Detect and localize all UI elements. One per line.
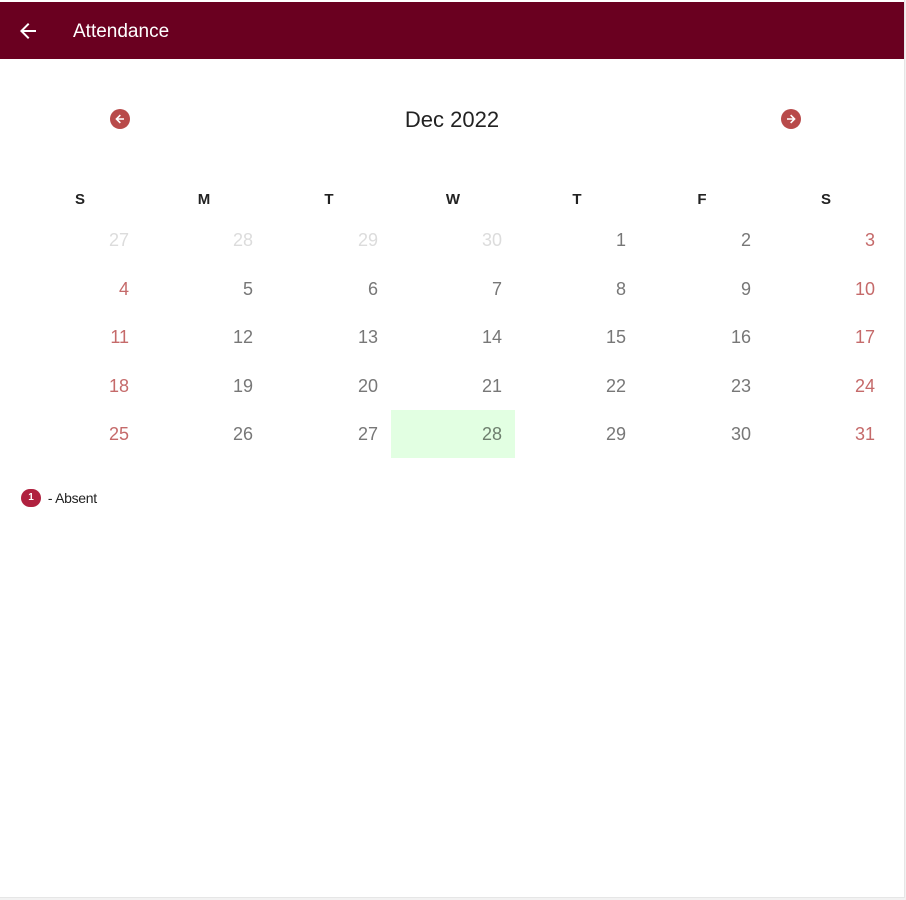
weekday-label: W xyxy=(445,191,461,208)
calendar-day-today[interactable]: 28 xyxy=(391,410,515,458)
calendar-day[interactable]: 5 xyxy=(142,265,266,313)
arrow-left-icon xyxy=(20,23,36,39)
calendar-day[interactable]: 3 xyxy=(764,216,888,264)
page-title: Attendance xyxy=(73,21,170,42)
calendar-day[interactable]: 1 xyxy=(515,216,639,264)
back-button[interactable] xyxy=(16,19,40,43)
legend-label: - Absent xyxy=(47,490,97,507)
calendar-day[interactable]: 27 xyxy=(267,410,391,458)
calendar-day[interactable]: 14 xyxy=(391,313,515,361)
calendar-day[interactable]: 20 xyxy=(267,362,391,410)
calendar-day[interactable]: 21 xyxy=(391,362,515,410)
calendar-day[interactable]: 23 xyxy=(640,362,764,410)
calendar-day[interactable]: 6 xyxy=(267,265,391,313)
calendar-day[interactable]: 28 xyxy=(142,216,266,264)
weekday-label: S xyxy=(74,191,85,208)
calendar-day[interactable]: 2 xyxy=(640,216,764,264)
arrow-right-circle-icon xyxy=(787,114,796,124)
calendar-day[interactable]: 27 xyxy=(18,216,142,264)
calendar-day[interactable]: 26 xyxy=(142,410,266,458)
absent-badge: 1 xyxy=(21,489,41,508)
calendar-day[interactable]: 11 xyxy=(18,313,142,361)
calendar-day[interactable]: 13 xyxy=(267,313,391,361)
weekday-label: T xyxy=(324,191,334,208)
calendar-day[interactable]: 9 xyxy=(640,265,764,313)
calendar-day[interactable]: 25 xyxy=(18,410,142,458)
weekday-label: T xyxy=(572,191,582,208)
calendar-day[interactable]: 30 xyxy=(640,410,764,458)
calendar-day[interactable]: 7 xyxy=(391,265,515,313)
attendance-page: Attendance Dec 2022 SMTWTFS 27 28 29 30 1 2 3 4… xyxy=(0,0,905,898)
calendar-day[interactable]: 15 xyxy=(515,313,639,361)
calendar-day[interactable]: 8 xyxy=(515,265,639,313)
calendar-day[interactable]: 19 xyxy=(142,362,266,410)
calendar-day[interactable]: 29 xyxy=(515,410,639,458)
calendar-day[interactable]: 16 xyxy=(640,313,764,361)
calendar-day[interactable]: 24 xyxy=(764,362,888,410)
calendar-day[interactable]: 17 xyxy=(764,313,888,361)
weekday-label: S xyxy=(820,191,831,208)
calendar-day[interactable]: 12 xyxy=(142,313,266,361)
next-month-button[interactable] xyxy=(781,109,801,129)
calendar-day[interactable]: 30 xyxy=(391,216,515,264)
calendar-day[interactable]: 29 xyxy=(267,216,391,264)
calendar-day[interactable]: 4 xyxy=(18,265,142,313)
app-bar: Attendance xyxy=(0,2,904,59)
calendar-day[interactable]: 31 xyxy=(764,410,888,458)
calendar-day[interactable]: 18 xyxy=(18,362,142,410)
attendance-legend: 1 - Absent xyxy=(21,487,97,508)
calendar-day[interactable]: 22 xyxy=(515,362,639,410)
month-label: Dec 2022 xyxy=(404,107,500,132)
weekday-label: F xyxy=(697,191,707,208)
calendar-day[interactable]: 10 xyxy=(764,265,888,313)
weekday-label: M xyxy=(197,191,211,208)
